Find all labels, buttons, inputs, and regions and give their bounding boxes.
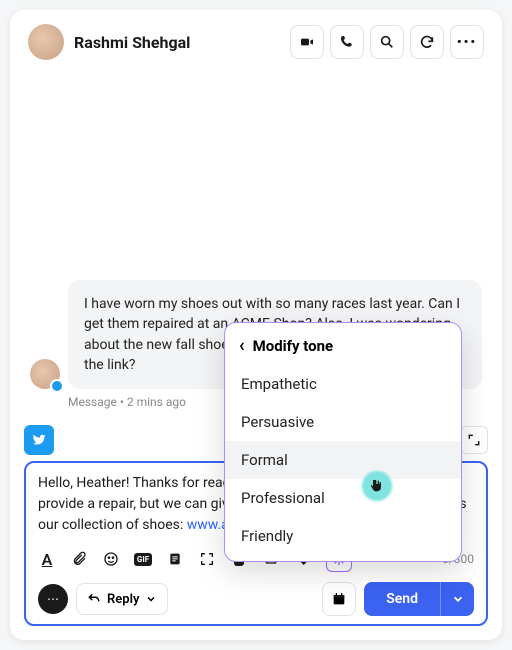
modify-tone-popover: ‹ Modify tone EmpatheticPersuasiveFormal… bbox=[224, 322, 462, 562]
reply-icon bbox=[87, 592, 101, 606]
voice-call-button[interactable] bbox=[330, 25, 364, 59]
schedule-button[interactable] bbox=[322, 582, 356, 616]
send-button[interactable]: Send bbox=[364, 582, 440, 616]
popover-title: Modify tone bbox=[253, 337, 334, 355]
contact-avatar[interactable] bbox=[28, 24, 64, 60]
expand-compose-button[interactable] bbox=[460, 426, 488, 454]
gif-icon[interactable]: GIF bbox=[134, 550, 152, 568]
tone-option-persuasive[interactable]: Persuasive bbox=[225, 403, 461, 441]
channel-twitter-icon[interactable] bbox=[24, 425, 54, 455]
template-icon[interactable] bbox=[166, 550, 184, 568]
fullscreen-icon[interactable] bbox=[198, 550, 216, 568]
tone-option-professional[interactable]: Professional bbox=[225, 479, 461, 517]
reply-label: Reply bbox=[107, 592, 139, 607]
more-icon: ••• bbox=[457, 35, 477, 50]
tone-option-empathetic[interactable]: Empathetic bbox=[225, 365, 461, 403]
popover-header[interactable]: ‹ Modify tone bbox=[225, 323, 461, 365]
compose-bottom-row: ⋯ Reply Send bbox=[38, 582, 474, 616]
video-call-button[interactable] bbox=[290, 25, 324, 59]
send-group: Send bbox=[364, 582, 474, 616]
verified-badge-icon bbox=[50, 379, 64, 393]
send-options-button[interactable] bbox=[440, 582, 474, 616]
tone-option-formal[interactable]: Formal bbox=[225, 441, 461, 479]
reply-type-button[interactable]: Reply bbox=[76, 583, 168, 615]
tone-option-friendly[interactable]: Friendly bbox=[225, 517, 461, 555]
header-actions: ••• bbox=[290, 25, 484, 59]
more-button[interactable]: ••• bbox=[450, 25, 484, 59]
attachment-icon[interactable] bbox=[70, 550, 88, 568]
profile-switch-button[interactable]: ⋯ bbox=[38, 584, 68, 614]
contact-name[interactable]: Rashmi Shehgal bbox=[74, 33, 190, 52]
emoji-icon[interactable] bbox=[102, 550, 120, 568]
chat-header: Rashmi Shehgal ••• bbox=[10, 10, 502, 74]
refresh-button[interactable] bbox=[410, 25, 444, 59]
back-icon[interactable]: ‹ bbox=[239, 337, 245, 355]
cursor-indicator bbox=[360, 469, 394, 503]
chevron-down-icon bbox=[145, 593, 157, 605]
sender-avatar[interactable] bbox=[30, 359, 60, 389]
chat-window: Rashmi Shehgal ••• I have worn my shoes … bbox=[10, 10, 502, 640]
format-text-icon[interactable]: A bbox=[38, 550, 56, 568]
search-button[interactable] bbox=[370, 25, 404, 59]
